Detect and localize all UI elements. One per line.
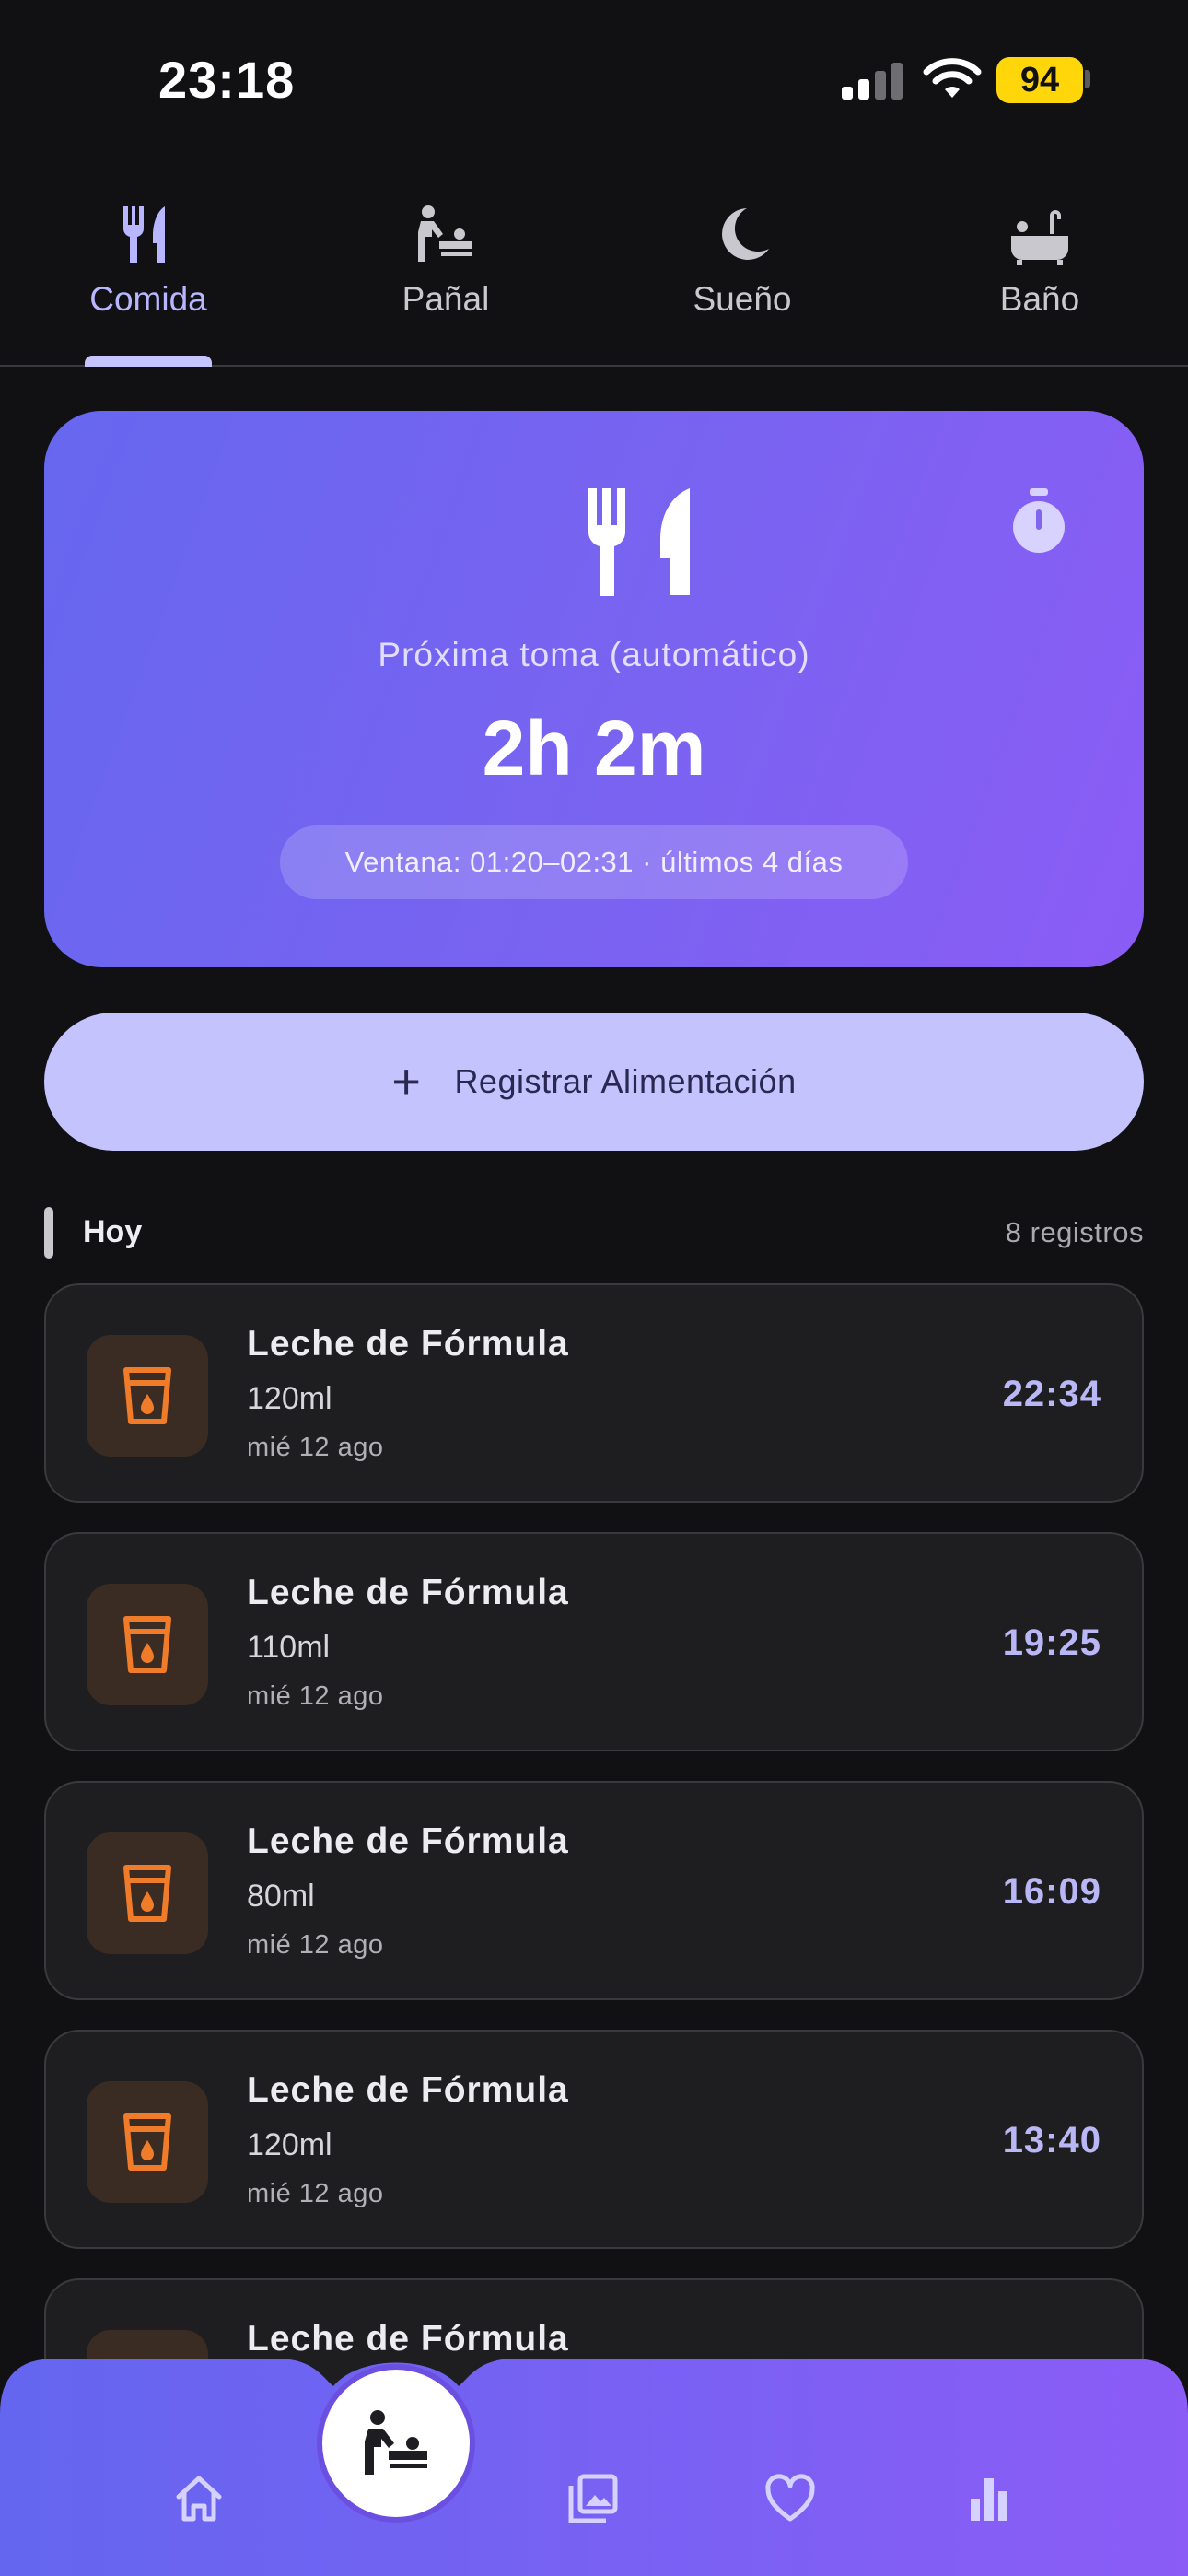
list-item[interactable]: Leche de Fórmula 80ml mié 12 ago 16:09 bbox=[44, 1781, 1144, 2000]
feeding-window-pill: Ventana: 01:20–02:31 · últimos 4 días bbox=[280, 825, 908, 899]
entry-amount: 120ml bbox=[247, 1381, 332, 1416]
entry-title: Leche de Fórmula bbox=[247, 1324, 569, 1364]
entry-time: 13:40 bbox=[1002, 2120, 1101, 2160]
cellular-signal-icon bbox=[842, 63, 903, 100]
entry-icon-box bbox=[87, 2081, 208, 2203]
home-icon[interactable] bbox=[173, 2473, 225, 2524]
stopwatch-icon[interactable] bbox=[1002, 486, 1076, 560]
tab-label: Comida bbox=[89, 280, 207, 318]
category-tabs: Comida Pañal Sueño Baño bbox=[0, 184, 1188, 367]
entry-icon-box bbox=[87, 1832, 208, 1954]
register-feeding-label: Registrar Alimentación bbox=[454, 1062, 797, 1100]
entry-title: Leche de Fórmula bbox=[247, 2319, 569, 2359]
tab-label: Sueño bbox=[693, 280, 792, 318]
entry-date: mié 12 ago bbox=[247, 1930, 384, 1960]
entry-title: Leche de Fórmula bbox=[247, 1821, 569, 1861]
milk-glass-icon bbox=[123, 2113, 171, 2171]
entry-amount: 80ml bbox=[247, 1879, 315, 1914]
milk-glass-icon bbox=[123, 1616, 171, 1673]
section-title: Hoy bbox=[83, 1214, 143, 1249]
heart-icon[interactable] bbox=[764, 2473, 816, 2524]
gallery-icon[interactable] bbox=[567, 2473, 619, 2524]
tab-panal[interactable]: Pañal bbox=[335, 184, 556, 365]
list-item[interactable]: Leche de Fórmula 120ml mié 12 ago 22:34 bbox=[44, 1283, 1144, 1503]
next-feeding-countdown: 2h 2m bbox=[482, 705, 706, 791]
entry-date: mié 12 ago bbox=[247, 2179, 384, 2208]
plus-icon: + bbox=[391, 1054, 422, 1109]
fork-knife-icon bbox=[122, 206, 165, 263]
next-feeding-card: Próxima toma (automático) 2h 2m Ventana:… bbox=[44, 411, 1144, 967]
entry-time: 19:25 bbox=[1002, 1622, 1101, 1663]
tab-label: Baño bbox=[999, 280, 1080, 318]
list-item[interactable]: Leche de Fórmula 120ml mié 12 ago 13:40 bbox=[44, 2030, 1144, 2249]
battery-tip bbox=[1085, 70, 1090, 88]
moon-icon bbox=[722, 208, 769, 260]
milk-glass-icon bbox=[123, 1367, 171, 1424]
tab-comida[interactable]: Comida bbox=[38, 184, 259, 365]
list-item[interactable]: Leche de Fórmula 110ml mié 12 ago 19:25 bbox=[44, 1532, 1144, 1751]
tab-sueno[interactable]: Sueño bbox=[632, 184, 853, 365]
entry-time: 22:34 bbox=[1002, 1374, 1101, 1414]
battery-indicator: 94 bbox=[996, 57, 1083, 103]
entry-title: Leche de Fórmula bbox=[247, 1573, 569, 1612]
quick-diaper-button[interactable] bbox=[317, 2364, 475, 2523]
status-bar: 23:18 94 bbox=[0, 0, 1188, 157]
baby-changing-icon bbox=[365, 2410, 427, 2475]
battery-level: 94 bbox=[1019, 60, 1060, 100]
section-accent-bar bbox=[44, 1207, 53, 1259]
bottom-navigation bbox=[0, 2359, 1188, 2576]
next-feeding-label: Próxima toma (automático) bbox=[378, 636, 810, 673]
entry-date: mié 12 ago bbox=[247, 1681, 384, 1711]
register-feeding-button[interactable]: + Registrar Alimentación bbox=[44, 1013, 1144, 1151]
fork-knife-icon bbox=[588, 488, 690, 596]
wifi-icon bbox=[923, 58, 982, 98]
bathtub-icon bbox=[1011, 210, 1068, 265]
entry-icon-box bbox=[87, 1335, 208, 1457]
section-record-count: 8 registros bbox=[1005, 1216, 1144, 1248]
baby-changing-icon bbox=[418, 205, 472, 262]
bottom-nav-background bbox=[0, 2359, 1188, 2576]
entry-time: 16:09 bbox=[1002, 1871, 1101, 1912]
bar-chart-icon[interactable] bbox=[963, 2473, 1015, 2524]
tab-label: Pañal bbox=[402, 280, 490, 318]
tab-bano[interactable]: Baño bbox=[929, 184, 1150, 365]
entry-icon-box bbox=[87, 1584, 208, 1705]
status-time: 23:18 bbox=[158, 51, 296, 109]
active-tab-indicator bbox=[85, 356, 212, 367]
entry-amount: 120ml bbox=[247, 2127, 332, 2162]
entry-title: Leche de Fórmula bbox=[247, 2070, 569, 2110]
entry-date: mié 12 ago bbox=[247, 1433, 384, 1462]
entry-amount: 110ml bbox=[247, 1630, 331, 1665]
milk-glass-icon bbox=[123, 1865, 171, 1922]
